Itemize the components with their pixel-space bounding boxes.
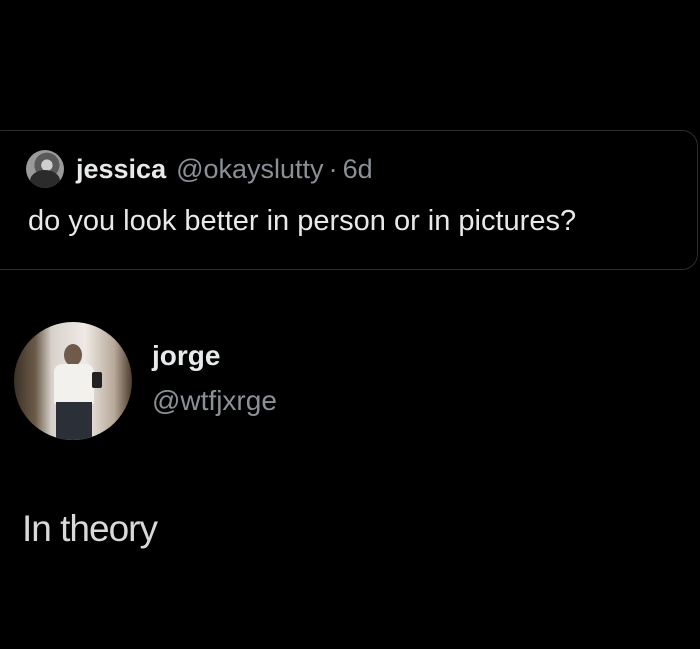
separator-dot: · (328, 153, 338, 184)
author-avatar[interactable] (14, 322, 132, 440)
quoted-author-name[interactable]: jessica (76, 154, 166, 185)
quoted-tweet-header: jessica @okayslutty · 6d (26, 147, 373, 191)
tweet-screenshot: jessica @okayslutty · 6d do you look bet… (0, 0, 700, 649)
tweet-text: In theory (22, 508, 158, 549)
quoted-tweet-text: do you look better in person or in pictu… (28, 205, 577, 237)
quoted-author-handle[interactable]: @okayslutty (176, 154, 323, 185)
avatar-photo-head (64, 344, 82, 366)
avatar-photo-legs (56, 402, 92, 440)
quoted-author-avatar[interactable] (26, 150, 64, 188)
author-name[interactable]: jorge (152, 340, 220, 372)
avatar-photo-phone (92, 372, 102, 388)
quoted-tweet-timestamp[interactable]: 6d (343, 154, 373, 185)
author-handle[interactable]: @wtfjxrge (152, 385, 277, 417)
avatar-photo-body (54, 364, 94, 404)
